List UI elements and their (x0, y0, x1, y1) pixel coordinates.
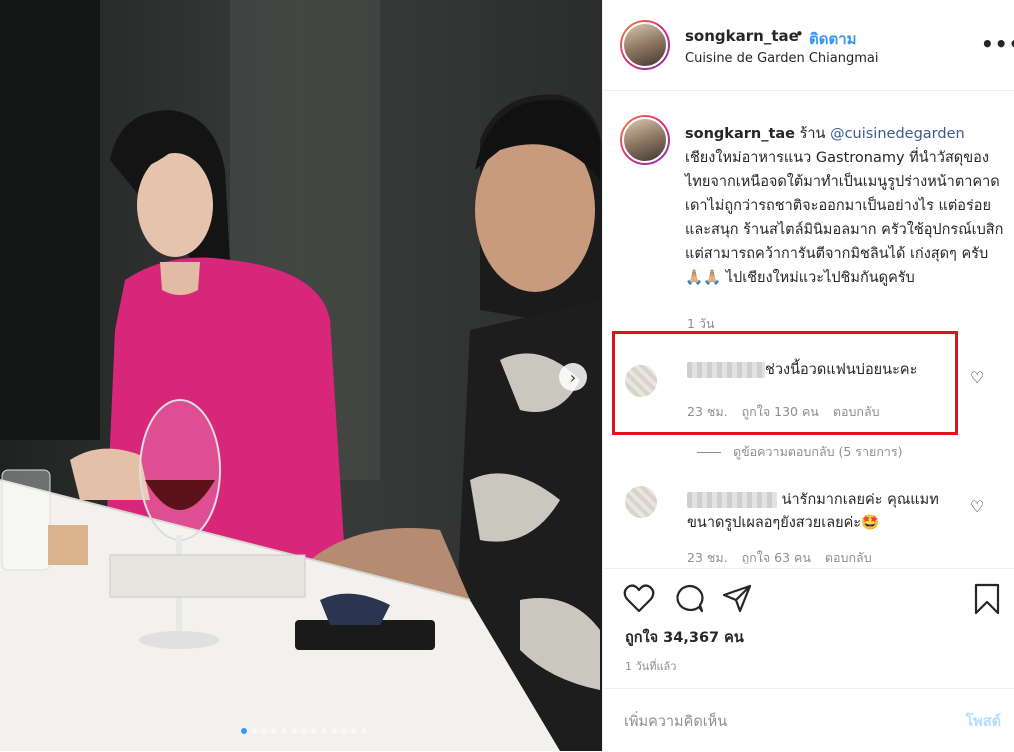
bookmark-icon[interactable] (973, 583, 1001, 619)
comment-body: ช่วงนี้อวดแฟนบ่อยนะคะ (765, 362, 918, 378)
likes-count[interactable]: ถูกใจ 34,367 คน (625, 626, 744, 649)
separator-dot: • (795, 25, 804, 43)
comment-input[interactable]: เพิ่มความคิดเห็น (624, 710, 727, 733)
carousel-indicators (241, 728, 367, 734)
add-comment-bar: เพิ่มความคิดเห็น โพสต์ (603, 688, 1014, 752)
heart-icon[interactable]: ♡ (970, 497, 984, 516)
caption-text: songkarn_tae ร้าน @cuisinedegarden เชียง… (685, 122, 1005, 290)
carousel-dot (291, 728, 297, 734)
post-side-panel: songkarn_tae • ติดตาม Cuisine de Garden … (602, 0, 1014, 751)
carousel-dot (321, 728, 327, 734)
divider (697, 451, 721, 453)
reply-button[interactable]: ตอบกลับ (825, 548, 872, 564)
comment-meta: 23 ชม. ถูกใจ 130 คน ตอบกลับ (687, 402, 880, 422)
comment-likes[interactable]: ถูกใจ 63 คน (742, 548, 811, 564)
comment-text: ช่วงนี้อวดแฟนบ่อยนะคะ (687, 359, 957, 382)
comment-time[interactable]: 23 ชม. (687, 548, 728, 564)
more-horizontal-icon[interactable]: ••• (981, 32, 1014, 56)
blurred-username[interactable] (687, 362, 765, 378)
carousel-dot (311, 728, 317, 734)
chevron-right-icon: › (569, 367, 577, 387)
view-replies-button[interactable]: ดูข้อความตอบกลับ (5 รายการ) (697, 442, 903, 462)
heart-icon[interactable] (623, 583, 655, 617)
post-photo[interactable]: › (0, 0, 602, 751)
next-photo-button[interactable]: › (559, 363, 587, 391)
heart-icon[interactable]: ♡ (970, 368, 984, 387)
carousel-dot (241, 728, 247, 734)
carousel-dot (331, 728, 337, 734)
carousel-dot (301, 728, 307, 734)
share-icon[interactable] (721, 583, 753, 617)
post-comment-button[interactable]: โพสต์ (965, 710, 1001, 733)
carousel-dot (351, 728, 357, 734)
avatar[interactable] (625, 365, 657, 397)
mention-link[interactable]: @cuisinedegarden (830, 126, 965, 142)
comment-time[interactable]: 23 ชม. (687, 402, 728, 422)
post-header: songkarn_tae • ติดตาม Cuisine de Garden … (603, 0, 1014, 91)
carousel-dot (271, 728, 277, 734)
carousel-dot (361, 728, 367, 734)
carousel-dot (281, 728, 287, 734)
carousel-dot (251, 728, 257, 734)
comment-icon[interactable] (673, 583, 705, 617)
username-link[interactable]: songkarn_tae (685, 27, 799, 45)
caption-body: เชียงใหม่อาหารแนว Gastronamy ที่นำวัสดุข… (685, 150, 1004, 286)
blurred-username[interactable] (687, 492, 777, 508)
comment-meta: 23 ชม. ถูกใจ 63 คน ตอบกลับ (687, 548, 872, 564)
carousel-dot (261, 728, 267, 734)
avatar[interactable] (620, 20, 670, 70)
carousel-dot (341, 728, 347, 734)
post-actions: ถูกใจ 34,367 คน 1 วันที่แล้ว (603, 568, 1014, 689)
view-replies-label: ดูข้อความตอบกลับ (5 รายการ) (733, 444, 903, 459)
post-timestamp[interactable]: 1 วันที่แล้ว (625, 657, 676, 675)
follow-button[interactable]: ติดตาม (809, 27, 857, 51)
avatar[interactable] (620, 115, 670, 165)
avatar[interactable] (625, 486, 657, 518)
location-link[interactable]: Cuisine de Garden Chiangmai (685, 51, 878, 66)
restaurant-photo-image (0, 0, 602, 751)
comment-text: น่ารักมากเลยค่ะ คุณแมทขนาดรูปเผลอๆยังสวย… (687, 489, 957, 535)
reply-button[interactable]: ตอบกลับ (833, 402, 880, 422)
caption-prefix: ร้าน (799, 126, 826, 142)
comment-likes[interactable]: ถูกใจ 130 คน (742, 402, 819, 422)
caption-username[interactable]: songkarn_tae (685, 126, 795, 142)
